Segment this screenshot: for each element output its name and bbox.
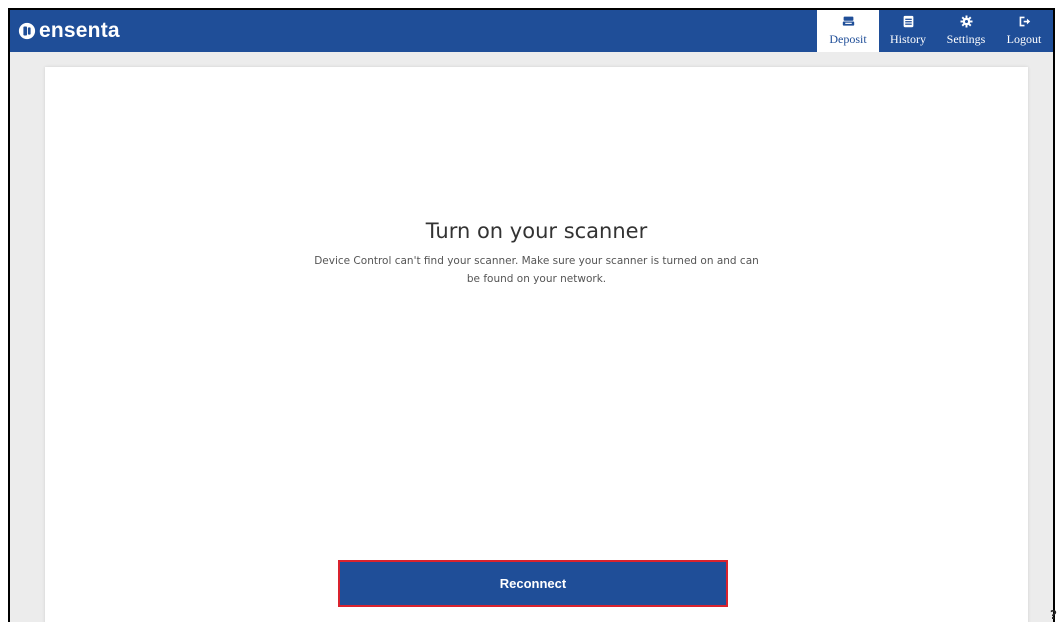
document-list-icon bbox=[903, 15, 913, 28]
nav-history[interactable]: History bbox=[879, 10, 937, 52]
main-card: Turn on your scanner Device Control can'… bbox=[45, 67, 1028, 622]
top-nav: Deposit History Settings Logout bbox=[817, 10, 1053, 52]
status-message: Device Control can't find your scanner. … bbox=[314, 255, 759, 285]
nav-settings-label: Settings bbox=[946, 32, 986, 46]
logout-icon bbox=[1019, 16, 1030, 27]
nav-history-label: History bbox=[890, 32, 926, 46]
nav-deposit-label: Deposit bbox=[829, 32, 867, 46]
help-icon[interactable]: ? bbox=[1050, 608, 1057, 622]
gear-icon bbox=[959, 15, 973, 28]
brand-mark-icon bbox=[18, 22, 36, 40]
nav-deposit[interactable]: Deposit bbox=[817, 10, 879, 52]
app-window: ensenta Deposit History Settings Logout … bbox=[8, 8, 1055, 622]
scanner-icon bbox=[842, 16, 854, 26]
nav-logout-label: Logout bbox=[1006, 32, 1042, 46]
top-bar: ensenta Deposit History Settings Logout bbox=[10, 10, 1053, 52]
nav-settings[interactable]: Settings bbox=[937, 10, 995, 52]
reconnect-button[interactable]: Reconnect bbox=[338, 560, 728, 607]
brand-logo: ensenta bbox=[18, 18, 120, 44]
brand-name: ensenta bbox=[39, 19, 120, 42]
nav-logout[interactable]: Logout bbox=[995, 10, 1053, 52]
page-title: Turn on your scanner bbox=[425, 219, 648, 243]
